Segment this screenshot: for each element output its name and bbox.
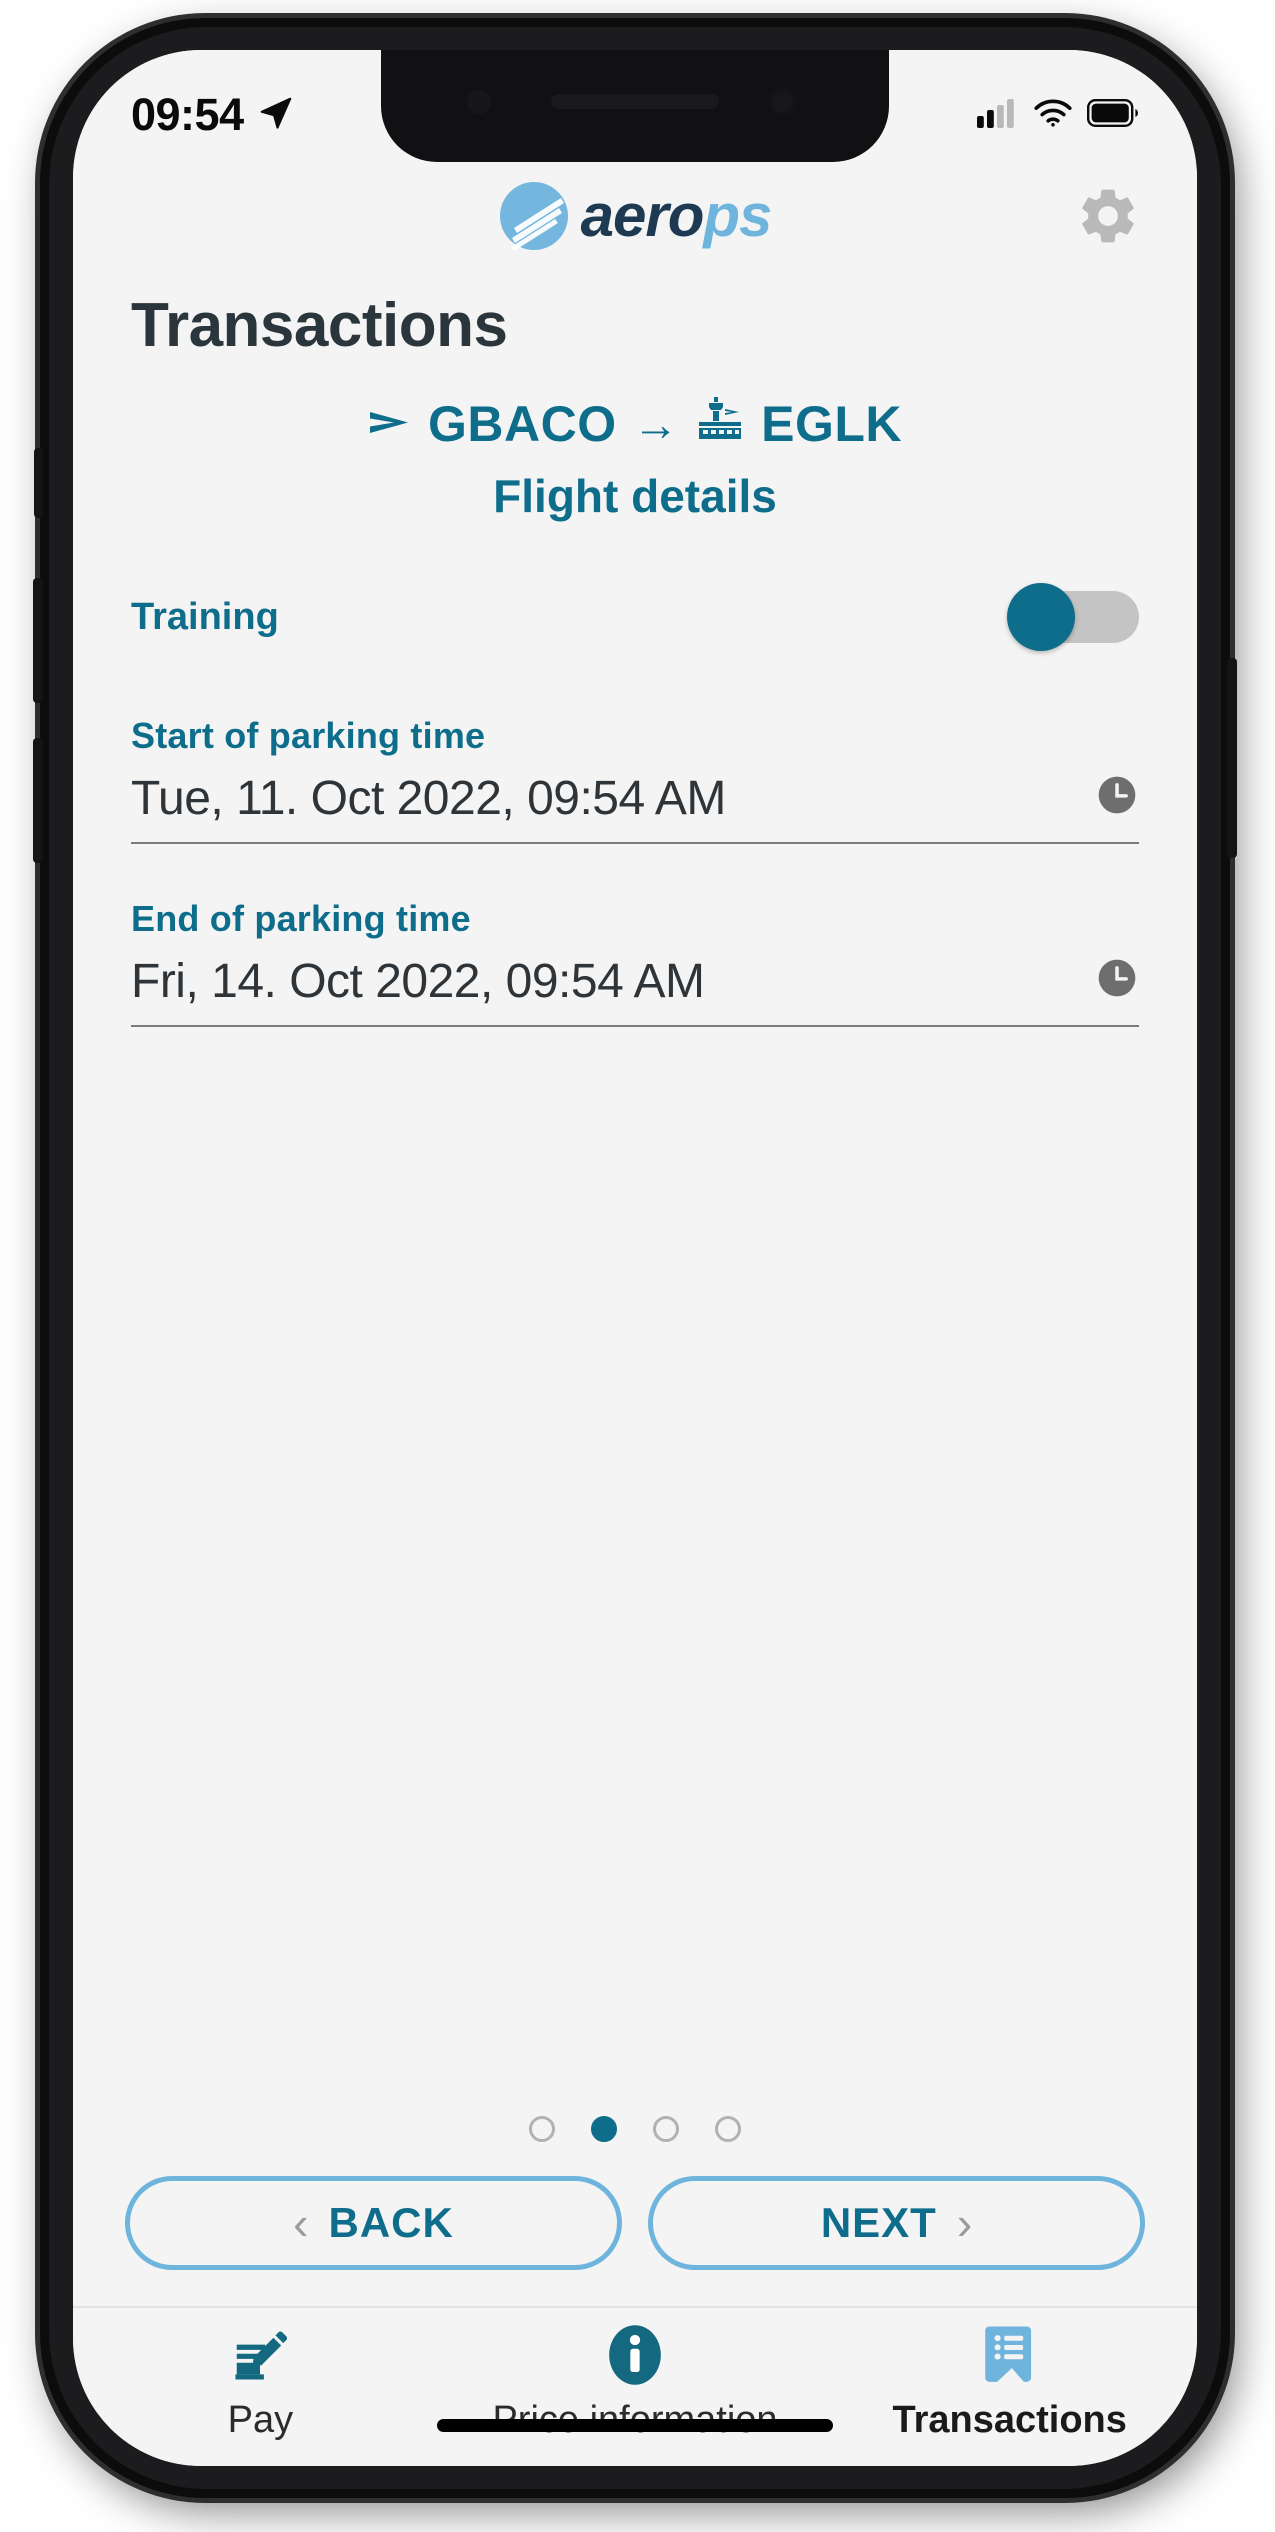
start-parking-label: Start of parking time [131,715,486,756]
app-root: aerops Transactions GBACO → EGLK Flight … [73,50,1197,2466]
start-parking-value: Tue, 11. Oct 2022, 09:54 AM [131,772,726,825]
training-toggle-knob [1007,583,1075,651]
clock-icon[interactable] [1095,956,1139,1005]
bottom-tab-bar: Pay Price information [73,2306,1197,2466]
receipt-icon [981,2323,1039,2387]
phone-screen: aerops Transactions GBACO → EGLK Flight … [73,50,1197,2466]
end-parking-value: Fri, 14. Oct 2022, 09:54 AM [131,955,705,1008]
status-bar-left: 09:54 [131,89,294,141]
location-arrow-icon [258,95,294,136]
wifi-icon [1033,98,1073,133]
route-arrow-icon: → [632,398,680,450]
start-parking-field: Start of parking time Tue, 11. Oct 2022,… [131,715,1139,844]
aerops-logo: aerops [499,181,772,251]
chevron-left-icon: ‹ [293,2197,309,2249]
plane-departure-icon [368,395,412,453]
volume-up-button[interactable] [33,578,43,703]
end-parking-label: End of parking time [131,898,471,939]
sign-document-icon [229,2323,291,2387]
flight-form: Training Start of parking time Tue, 11. … [73,573,1197,1027]
logo-wordmark: aerops [581,186,773,246]
flight-route: GBACO → EGLK [73,395,1197,453]
status-bar-right [977,98,1139,133]
pagination-dot-1[interactable] [529,2116,555,2142]
end-parking-input[interactable]: Fri, 14. Oct 2022, 09:54 AM [131,954,1139,1027]
pagination-dots [73,2116,1197,2142]
back-button[interactable]: ‹ BACK [125,2176,622,2270]
logo-text-ps: ps [703,182,772,249]
end-parking-field: End of parking time Fri, 14. Oct 2022, 0… [131,898,1139,1027]
training-label: Training [131,595,279,638]
power-button[interactable] [1227,658,1237,858]
next-button[interactable]: NEXT › [648,2176,1145,2270]
home-indicator[interactable] [437,2419,833,2432]
next-button-label: NEXT [820,2199,937,2246]
clock-icon[interactable] [1095,773,1139,822]
volume-down-button[interactable] [33,738,43,863]
tab-pay[interactable]: Pay [73,2323,448,2442]
start-parking-input[interactable]: Tue, 11. Oct 2022, 09:54 AM [131,771,1139,844]
back-button-label: BACK [328,2199,454,2246]
silent-switch[interactable] [34,448,43,518]
wizard-nav: ‹ BACK NEXT › [73,2176,1197,2270]
logo-text-aero: aero [580,182,705,249]
pagination-dot-2[interactable] [591,2116,617,2142]
page-title: Transactions [131,291,508,360]
pagination-dot-4[interactable] [715,2116,741,2142]
chevron-right-icon: › [956,2197,973,2249]
pagination-dot-3[interactable] [653,2116,679,2142]
tab-pay-label: Pay [227,2398,294,2441]
route-arrival: EGLK [761,396,902,452]
status-time: 09:54 [131,89,244,140]
app-header: aerops [73,162,1197,270]
battery-full-icon [1087,98,1139,132]
status-bar: 09:54 [73,50,1197,162]
globe-stripes-icon [499,181,569,251]
tab-transactions-label: Transactions [892,2398,1127,2441]
tab-transactions[interactable]: Transactions [822,2323,1197,2442]
info-circle-icon [606,2323,664,2387]
cellular-signal-icon [977,98,1019,133]
control-tower-icon [695,395,745,453]
flight-details-subtitle: Flight details [493,470,777,522]
training-toggle[interactable] [1007,583,1139,651]
gear-icon[interactable] [1071,179,1145,253]
route-departure: GBACO [427,396,617,452]
training-row: Training [131,573,1139,661]
